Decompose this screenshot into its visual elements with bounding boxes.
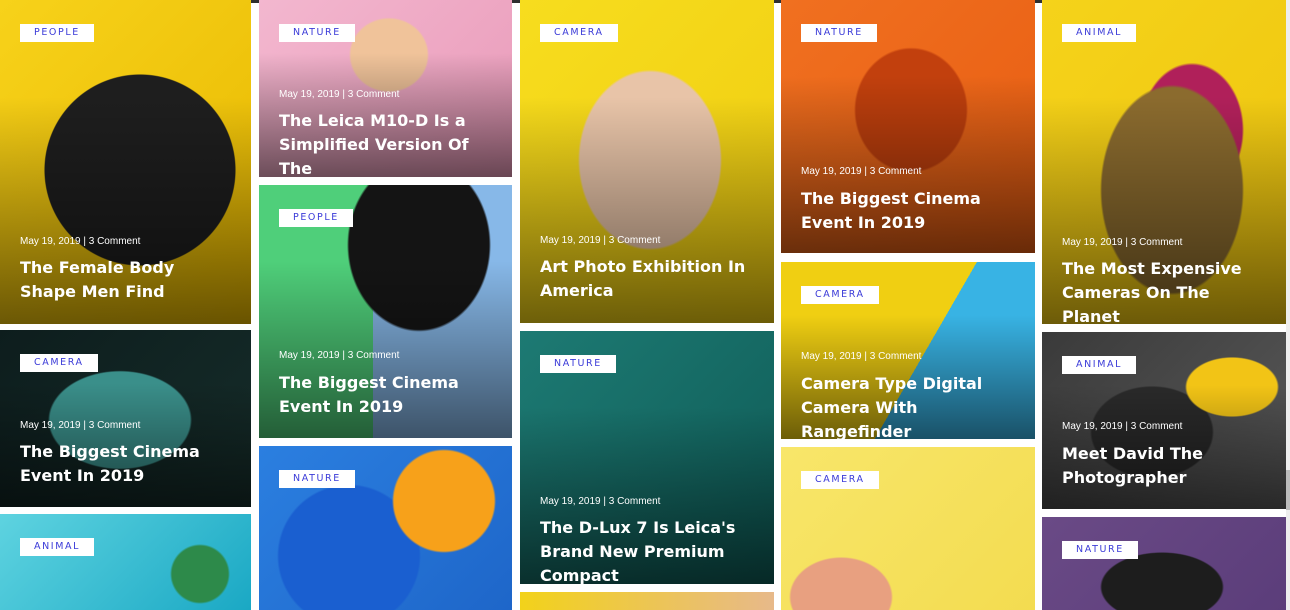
category-tag[interactable]: Camera bbox=[540, 24, 618, 42]
post-title[interactable]: The Leica M10-D Is a Simplified Version … bbox=[279, 109, 496, 177]
post-card[interactable]: Animal May 19, 2019 | 3 Comment Meet Dav… bbox=[1042, 332, 1286, 509]
post-meta: May 19, 2019 | 3 Comment bbox=[279, 89, 400, 100]
post-meta: May 19, 2019 | 3 Comment bbox=[1062, 237, 1183, 248]
post-card[interactable]: People May 19, 2019 | 3 Comment The Fema… bbox=[0, 0, 251, 324]
category-tag[interactable]: Nature bbox=[279, 24, 355, 42]
post-title[interactable]: The Biggest Cinema Event In 2019 bbox=[801, 187, 1019, 235]
category-tag[interactable]: Camera bbox=[801, 471, 879, 489]
post-card[interactable]: Animal May 19, 2019 | 3 Comment The Most… bbox=[1042, 0, 1286, 324]
post-meta: May 19, 2019 | 3 Comment bbox=[20, 420, 141, 431]
post-title[interactable]: Camera Type Digital Camera With Rangefin… bbox=[801, 372, 1019, 439]
category-tag[interactable]: Camera bbox=[801, 286, 879, 304]
post-title[interactable]: The Biggest Cinema Event In 2019 bbox=[20, 440, 235, 488]
post-card[interactable]: Camera bbox=[781, 447, 1035, 610]
post-title[interactable]: Art Photo Exhibition In America bbox=[540, 255, 758, 303]
post-card[interactable]: Camera May 19, 2019 | 3 Comment Camera T… bbox=[781, 262, 1035, 439]
category-tag[interactable]: Animal bbox=[20, 538, 94, 556]
post-card[interactable]: Nature May 19, 2019 | 3 Comment The D-Lu… bbox=[520, 331, 774, 584]
post-meta: May 19, 2019 | 3 Comment bbox=[540, 496, 661, 507]
scrollbar-track[interactable] bbox=[1286, 0, 1290, 610]
post-card[interactable]: Nature May 19, 2019 | 3 Comment The Leic… bbox=[259, 0, 512, 177]
category-tag[interactable]: Animal bbox=[1062, 24, 1136, 42]
post-card[interactable]: Nature bbox=[1042, 517, 1286, 610]
post-card[interactable]: Animal bbox=[0, 514, 251, 610]
post-title[interactable]: The D-Lux 7 Is Leica's Brand New Premium… bbox=[540, 516, 758, 584]
category-tag[interactable]: Nature bbox=[1062, 541, 1138, 559]
portrait-photo bbox=[520, 592, 774, 610]
post-card[interactable]: People May 19, 2019 | 3 Comment The Bigg… bbox=[259, 185, 512, 438]
post-card[interactable]: Nature bbox=[259, 446, 512, 610]
category-tag[interactable]: Nature bbox=[540, 355, 616, 373]
post-card[interactable]: Camera May 19, 2019 | 3 Comment Art Phot… bbox=[520, 0, 774, 323]
scrollbar-thumb[interactable] bbox=[1286, 470, 1290, 510]
category-tag[interactable]: Nature bbox=[801, 24, 877, 42]
post-card[interactable] bbox=[520, 592, 774, 610]
category-tag[interactable]: Animal bbox=[1062, 356, 1136, 374]
category-tag[interactable]: Camera bbox=[20, 354, 98, 372]
post-title[interactable]: The Female Body Shape Men Find bbox=[20, 256, 235, 304]
dark-object-photo bbox=[1042, 517, 1286, 610]
category-tag[interactable]: People bbox=[20, 24, 94, 42]
post-meta: May 19, 2019 | 3 Comment bbox=[279, 350, 400, 361]
post-meta: May 19, 2019 | 3 Comment bbox=[540, 235, 661, 246]
post-card[interactable]: Camera May 19, 2019 | 3 Comment The Bigg… bbox=[0, 330, 251, 507]
post-title[interactable]: The Biggest Cinema Event In 2019 bbox=[279, 371, 496, 419]
category-tag[interactable]: Nature bbox=[279, 470, 355, 488]
post-title[interactable]: The Most Expensive Cameras On The Planet bbox=[1062, 257, 1270, 324]
post-card[interactable]: Nature May 19, 2019 | 3 Comment The Bigg… bbox=[781, 0, 1035, 253]
post-meta: May 19, 2019 | 3 Comment bbox=[1062, 421, 1183, 432]
post-meta: May 19, 2019 | 3 Comment bbox=[20, 236, 141, 247]
island-aerial-photo bbox=[0, 514, 251, 610]
post-title[interactable]: Meet David The Photographer bbox=[1062, 442, 1270, 490]
post-meta: May 19, 2019 | 3 Comment bbox=[801, 351, 922, 362]
post-meta: May 19, 2019 | 3 Comment bbox=[801, 166, 922, 177]
category-tag[interactable]: People bbox=[279, 209, 353, 227]
